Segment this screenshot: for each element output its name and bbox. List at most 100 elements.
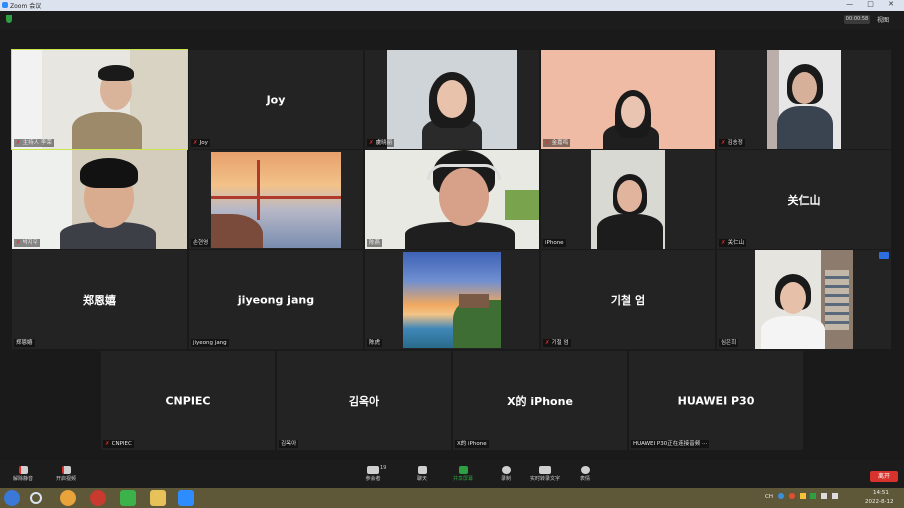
video-feed <box>767 50 841 149</box>
muted-mic-icon: ✗ <box>193 140 198 146</box>
participant-name: jiyeong jang <box>191 339 229 347</box>
video-tile[interactable]: 기철 엄 ✗ 기철 엄 <box>541 250 715 349</box>
reactions-button[interactable]: 表情 <box>574 466 596 482</box>
muted-mic-icon: ✗ <box>545 340 550 346</box>
video-feed <box>365 150 539 249</box>
video-tile[interactable]: X的 iPhone X的 iPhone <box>453 351 627 450</box>
muted-mic-icon: ✗ <box>16 240 21 246</box>
video-tile[interactable]: 陈燕 <box>365 150 539 249</box>
participant-name: ✗ CNPIEC <box>103 440 134 448</box>
participants-label: 参会者 <box>365 476 381 482</box>
meeting-timer: 00:00:58 <box>844 15 870 24</box>
window-title: Zoom 会议 <box>10 3 42 10</box>
record-icon <box>501 466 511 474</box>
participant-display-name: X的 iPhone <box>507 394 573 408</box>
participant-name: iPhone <box>543 239 566 247</box>
clock-time[interactable]: 14:51 <box>873 490 889 496</box>
participant-display-name: HUAWEI P30 <box>677 394 755 407</box>
wechat-icon[interactable] <box>120 490 136 506</box>
start-video-button[interactable]: 开启视频 <box>52 466 80 482</box>
search-icon[interactable] <box>30 492 42 504</box>
video-tile[interactable]: jiyeong jang jiyeong jang <box>189 250 363 349</box>
muted-mic-icon: ✗ <box>16 140 21 146</box>
video-tile[interactable]: 关仁山 ✗ 关仁山 <box>717 150 891 249</box>
participant-name: 김옥아 <box>279 440 299 448</box>
meeting-header <box>0 11 904 29</box>
video-tile[interactable]: ✗ 김송정 <box>717 50 891 149</box>
pin-badge-icon[interactable] <box>879 252 889 259</box>
start-video-label: 开启视频 <box>55 476 76 482</box>
zoom-logo-icon <box>2 2 8 8</box>
participant-name: ✗ 박지우 <box>14 239 40 247</box>
participant-display-name: 김옥아 <box>348 394 380 408</box>
app-icon[interactable] <box>90 490 106 506</box>
share-screen-icon <box>458 466 468 474</box>
leave-meeting-button[interactable]: 离开 <box>870 471 898 482</box>
participant-name: 陈虎 <box>367 339 383 347</box>
video-tile[interactable]: 심은희 <box>717 250 891 349</box>
participant-display-name: Joy <box>266 93 286 106</box>
video-feed <box>755 250 853 349</box>
share-screen-label: 共享屏幕 <box>452 476 473 482</box>
video-tile[interactable]: ✗ 虞晓丽 <box>365 50 539 149</box>
unmute-label: 解除静音 <box>12 476 33 482</box>
participant-name: 陈燕 <box>367 239 383 247</box>
video-feed <box>591 150 665 249</box>
video-tile[interactable]: Joy ✗ Joy <box>189 50 363 149</box>
unmute-button[interactable]: 解除静音 <box>10 466 36 482</box>
participant-name: ✗ 关仁山 <box>719 239 747 247</box>
video-tile[interactable]: iPhone <box>541 150 715 249</box>
muted-mic-icon: ✗ <box>721 140 726 146</box>
participant-display-name: 기철 엄 <box>610 293 646 307</box>
video-tile[interactable]: 김옥아 김옥아 <box>277 351 451 450</box>
participant-display-name: 郑恩嬉 <box>83 293 116 307</box>
start-menu-icon[interactable] <box>4 490 20 506</box>
muted-mic-icon: ✗ <box>105 441 110 447</box>
video-tile[interactable]: 손현영 <box>189 150 363 249</box>
muted-mic-icon <box>18 466 28 474</box>
view-button[interactable]: 视图 <box>877 15 889 24</box>
virtual-background-image <box>403 252 501 348</box>
video-tile[interactable]: ✗ 박지우 <box>12 150 187 249</box>
participant-name: 郑恩嬉 <box>14 339 35 347</box>
input-language[interactable]: CH <box>765 494 773 500</box>
chat-button[interactable]: 聊天 <box>411 466 433 482</box>
video-tile[interactable]: ✗ 金嘉鸣 <box>541 50 715 149</box>
participants-icon <box>367 466 379 474</box>
reactions-label: 表情 <box>579 476 590 482</box>
live-transcript-button[interactable]: 实时转录文字 <box>526 466 564 482</box>
video-tile-host[interactable]: ✗ 主持人 李荣 <box>11 49 188 150</box>
file-explorer-icon[interactable] <box>150 490 166 506</box>
security-shield-icon[interactable] <box>6 15 12 23</box>
video-tile[interactable]: CNPIEC ✗ CNPIEC <box>101 351 275 450</box>
muted-mic-icon: ✗ <box>721 240 726 246</box>
participant-name: ✗ 主持人 李荣 <box>14 139 54 147</box>
participant-display-name: jiyeong jang <box>237 293 315 306</box>
tray-icons[interactable] <box>778 493 858 501</box>
muted-mic-icon: ✗ <box>369 140 374 146</box>
video-feed <box>387 50 517 149</box>
participant-name: ✗ 金嘉鸣 <box>543 139 571 147</box>
chat-icon <box>417 466 427 474</box>
video-feed <box>541 50 715 149</box>
video-feed <box>12 50 187 149</box>
participant-display-name: CNPIEC <box>165 394 211 407</box>
window-controls[interactable]: — □ ✕ <box>846 0 900 8</box>
participant-name: ✗ 기철 엄 <box>543 339 571 347</box>
participant-name: 심은희 <box>719 339 739 347</box>
record-label: 录制 <box>500 476 511 482</box>
zoom-app-icon[interactable] <box>178 490 194 506</box>
video-tile[interactable]: HUAWEI P30 HUAWEI P30正在连接音频 ··· <box>629 351 803 450</box>
participant-name: X的 iPhone <box>455 440 489 448</box>
video-tile[interactable]: 陈虎 <box>365 250 539 349</box>
record-button[interactable]: 录制 <box>495 466 517 482</box>
chrome-icon[interactable] <box>60 490 76 506</box>
share-screen-button[interactable]: 共享屏幕 <box>449 466 477 482</box>
participant-name: ✗ Joy <box>191 139 210 147</box>
video-tile[interactable]: 郑恩嬉 郑恩嬉 <box>12 250 187 349</box>
muted-mic-icon: ✗ <box>545 140 550 146</box>
participants-count: 19 <box>380 465 387 471</box>
participant-name: 손현영 <box>191 239 211 247</box>
clock-date[interactable]: 2022-8-12 <box>865 499 893 505</box>
captions-icon <box>539 466 551 474</box>
